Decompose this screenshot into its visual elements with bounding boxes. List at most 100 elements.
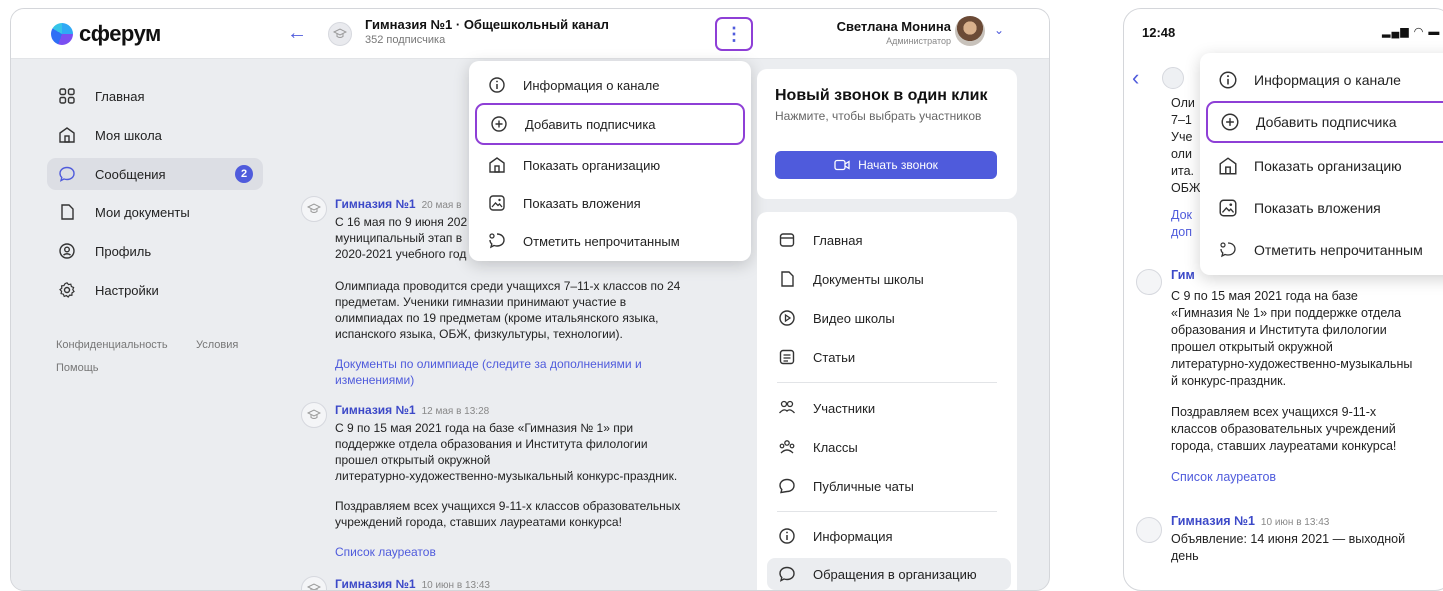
sidebar-item-documents[interactable]: Мои документы <box>47 196 263 228</box>
post-text-line: поддержке отдела образования и Института… <box>335 437 648 451</box>
terms-link[interactable]: Условия <box>196 339 238 351</box>
post-link[interactable]: Список лауреатов <box>335 544 735 560</box>
section-public-chats[interactable]: Публичные чаты <box>767 470 1011 502</box>
user-role: Администратор <box>886 36 951 46</box>
new-call-card: Новый звонок в один клик Нажмите, чтобы … <box>757 69 1017 199</box>
privacy-link[interactable]: Конфиденциальность <box>56 339 168 351</box>
sidebar-item-messages[interactable]: Сообщения 2 <box>47 158 263 190</box>
more-options-button[interactable]: ⋮ <box>715 17 753 51</box>
post-text-line: литературно-художественно-музыкальны <box>1171 357 1413 371</box>
start-call-button[interactable]: Начать звонок <box>775 151 997 179</box>
menu-item-mark-unread[interactable]: Отметить непрочитанным <box>475 223 745 259</box>
section-label: Публичные чаты <box>813 478 914 494</box>
post-author[interactable]: Гимназия №1 <box>335 577 416 590</box>
menu-item-label: Отметить непрочитанным <box>523 233 680 249</box>
sferum-logo[interactable]: сферум <box>51 21 161 47</box>
section-participants[interactable]: Участники <box>767 392 1011 424</box>
sidebar-item-settings[interactable]: Настройки <box>47 274 263 306</box>
channel-sections-menu: Главная Документы школы Видео школы Стат… <box>757 212 1017 590</box>
sidebar-item-label: Сообщения <box>95 166 166 182</box>
post-text-line: прошел открытый окружной <box>1171 340 1333 354</box>
start-call-label: Начать звонок <box>858 158 938 172</box>
peek-author[interactable]: Гим <box>1171 267 1195 284</box>
channel-avatar <box>1162 67 1184 89</box>
post-time: 10 июн в 13:43 <box>421 580 490 591</box>
post-author[interactable]: Гимназия №1 <box>335 403 416 417</box>
post-avatar <box>301 576 327 590</box>
menu-item-add-subscriber[interactable]: Добавить подписчика <box>475 103 745 145</box>
section-home[interactable]: Главная <box>767 224 1011 256</box>
post-time: 12 мая в 13:28 <box>421 406 490 417</box>
sidebar-item-label: Настройки <box>95 282 159 298</box>
section-classes[interactable]: Классы <box>767 431 1011 463</box>
menu-item-show-organization[interactable]: Показать организацию <box>1206 147 1443 185</box>
menu-item-label: Добавить подписчика <box>1256 114 1397 130</box>
post-author[interactable]: Гимназия №1 <box>335 197 416 211</box>
post-text-line: города, ставших лауреатами конкурса! <box>1171 439 1397 453</box>
status-time: 12:48 <box>1142 25 1176 40</box>
menu-item-show-attachments[interactable]: Показать вложения <box>475 185 745 221</box>
channel-title: Гимназия №1 · Общешкольный канал <box>365 17 609 32</box>
back-arrow-icon[interactable]: ← <box>287 22 307 45</box>
section-label: Статьи <box>813 349 856 365</box>
video-camera-icon <box>834 159 850 171</box>
post-author[interactable]: Гимназия №1 <box>1171 514 1255 528</box>
status-icons: ▂▄▆ ◠ ▬ <box>1382 26 1441 38</box>
menu-item-mark-unread[interactable]: Отметить непрочитанным <box>1206 231 1443 269</box>
school-icon <box>487 155 507 175</box>
post-avatar <box>1136 269 1162 295</box>
channel-avatar <box>328 22 352 46</box>
post-text-line: Поздравляем всех учащихся 9-11-х классов… <box>335 499 681 513</box>
post-text-line: С 9 по 15 мая 2021 года на базе <box>1171 289 1358 303</box>
section-label: Участники <box>813 400 876 416</box>
document-icon <box>57 202 77 222</box>
post-avatar <box>1136 517 1162 543</box>
sidebar: Главная Моя школа Сообщения 2 Мои докуме… <box>11 60 287 590</box>
menu-item-show-organization[interactable]: Показать организацию <box>475 147 745 183</box>
menu-item-label: Показать организацию <box>1254 158 1402 174</box>
section-label: Информация <box>813 528 893 544</box>
top-header: сферум ← Гимназия №1 · Общешкольный кана… <box>11 9 1049 59</box>
back-arrow-icon[interactable]: ‹ <box>1132 65 1139 91</box>
section-label: Видео школы <box>813 310 895 326</box>
post-text-line: олимпиадах по 19 предметам (кроме италья… <box>335 311 659 325</box>
home-icon <box>777 230 797 250</box>
post-link[interactable]: Документы по олимпиаде (следите за допол… <box>335 356 735 372</box>
sidebar-item-label: Моя школа <box>95 127 162 143</box>
add-circle-icon <box>1220 112 1240 132</box>
avatar[interactable] <box>955 16 985 46</box>
section-label: Обращения в организацию <box>813 566 977 582</box>
post-link[interactable]: изменениями) <box>335 372 735 388</box>
menu-item-add-subscriber[interactable]: Добавить подписчика <box>1206 101 1443 143</box>
sidebar-item-label: Главная <box>95 88 145 104</box>
section-school-videos[interactable]: Видео школы <box>767 302 1011 334</box>
post-text-line: Поздравляем всех учащихся 9-11-х <box>1171 405 1377 419</box>
post-avatar <box>301 402 327 428</box>
menu-item-channel-info[interactable]: Информация о канале <box>1206 61 1443 99</box>
help-link[interactable]: Помощь <box>56 362 99 374</box>
post-body: Гимназия №1 10 июн в 13:43 <box>335 576 735 591</box>
post-text-line: й конкурс-праздник. <box>1171 374 1287 388</box>
menu-item-channel-info[interactable]: Информация о канале <box>475 67 745 103</box>
section-school-documents[interactable]: Документы школы <box>767 263 1011 295</box>
info-icon <box>777 526 797 546</box>
section-articles[interactable]: Статьи <box>767 341 1011 373</box>
channel-subscribers: 352 подписчика <box>365 34 446 46</box>
section-org-requests[interactable]: Обращения в организацию <box>767 558 1011 590</box>
unread-chat-icon <box>1218 240 1238 260</box>
post-link[interactable]: Список лауреатов <box>1171 469 1443 486</box>
sidebar-item-home[interactable]: Главная <box>47 80 263 112</box>
document-icon <box>777 269 797 289</box>
info-icon <box>487 75 507 95</box>
chevron-down-icon[interactable]: ⌄ <box>994 23 1004 37</box>
divider <box>777 382 997 383</box>
graduation-cap-icon <box>307 409 321 419</box>
section-information[interactable]: Информация <box>767 520 1011 552</box>
menu-item-show-attachments[interactable]: Показать вложения <box>1206 189 1443 227</box>
user-name[interactable]: Светлана Монина <box>811 19 951 34</box>
post-body: Гимназия №1 10 июн в 13:43 Объявление: 14… <box>1171 513 1443 565</box>
sidebar-item-my-school[interactable]: Моя школа <box>47 119 263 151</box>
sidebar-item-profile[interactable]: Профиль <box>47 235 263 267</box>
post-text-line: «Гимназия № 1» при поддержке отдела <box>1171 306 1402 320</box>
menu-item-label: Показать организацию <box>523 157 661 173</box>
